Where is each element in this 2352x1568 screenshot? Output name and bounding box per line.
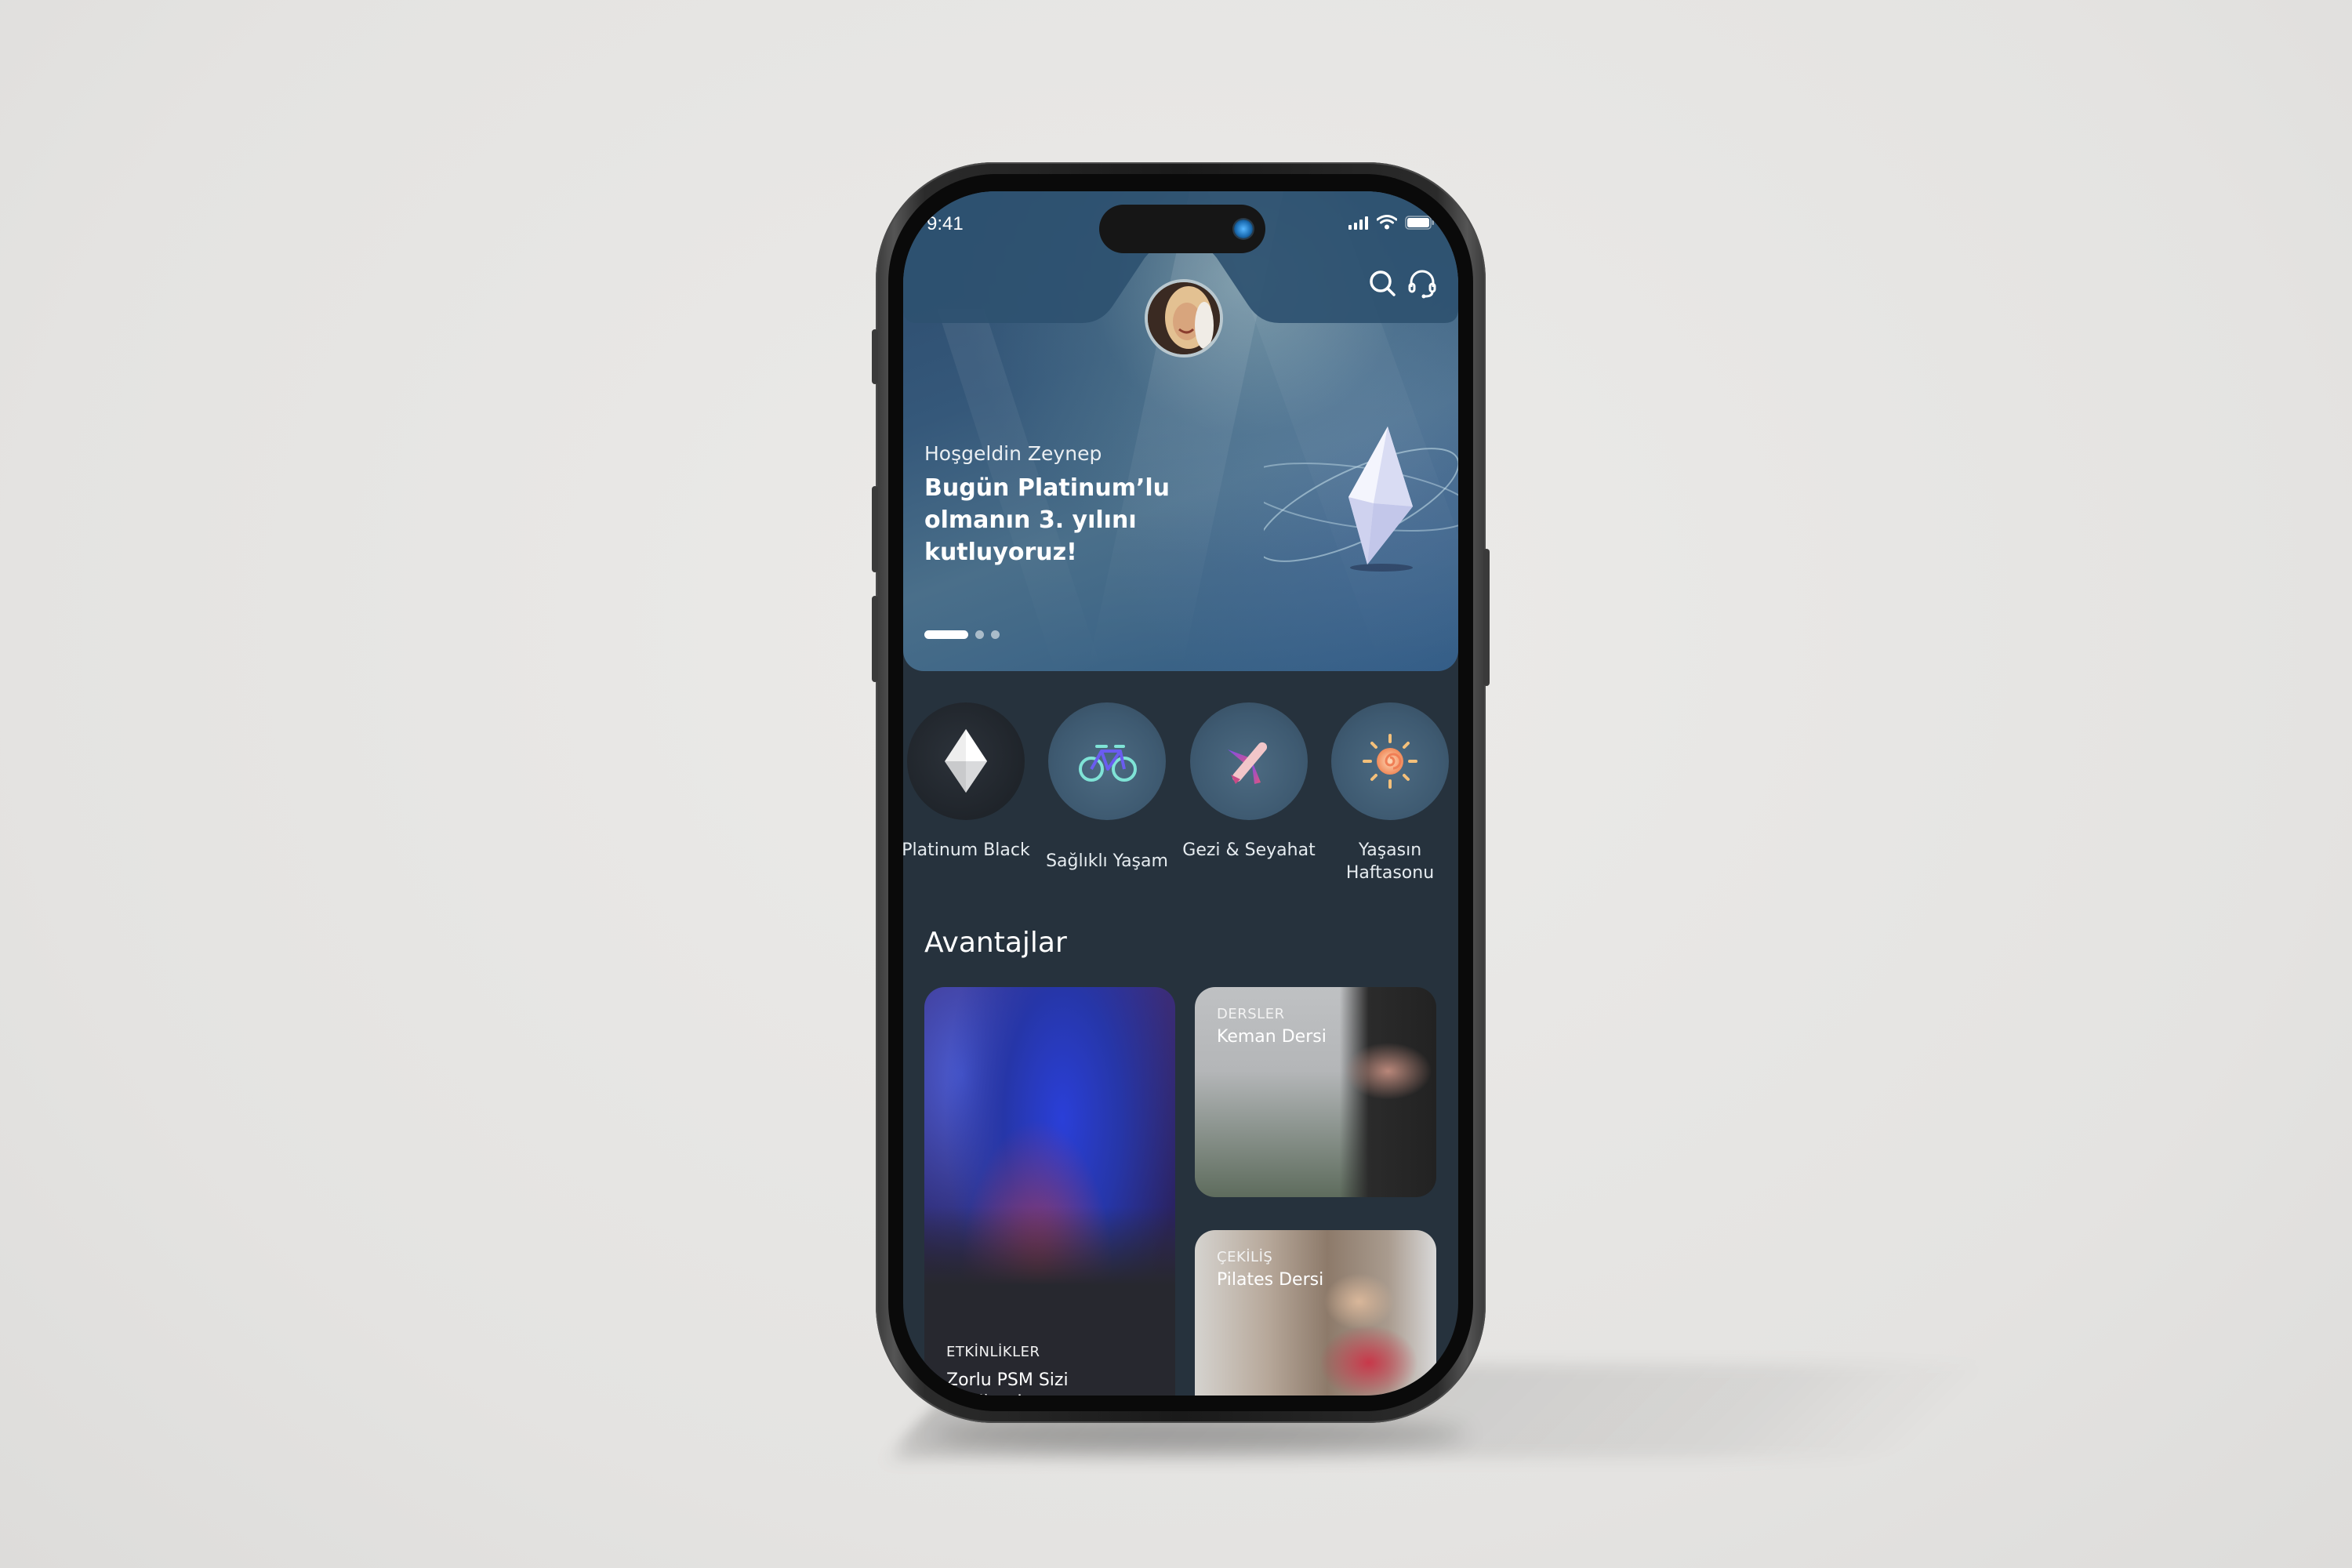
airplane-icon <box>1228 742 1268 784</box>
wifi-icon <box>1377 215 1397 230</box>
category-label: Platinum Black <box>903 840 1030 860</box>
hero-greeting: Hoşgeldin Zeynep <box>924 442 1102 465</box>
search-button[interactable] <box>1366 267 1400 301</box>
sun-icon <box>1363 734 1417 789</box>
card-title: Keman Dersi <box>1217 1027 1327 1047</box>
search-icon <box>1370 270 1396 296</box>
hero-banner[interactable]: Hoşgeldin Zeynep Bugün Platinum’lu olman… <box>903 191 1458 671</box>
carousel-indicator <box>924 630 1000 639</box>
avatar[interactable] <box>1145 279 1223 358</box>
category-label: Yaşasın Haftasonu <box>1345 840 1435 883</box>
category-platinum-black[interactable]: Platinum Black <box>903 702 1036 862</box>
card-kicker: ETKİNLİKLER <box>946 1344 1040 1360</box>
headset-icon <box>1408 270 1436 299</box>
category-gezi-seyahat[interactable]: Gezi & Seyahat <box>1178 702 1319 862</box>
phone-contact-shadow <box>933 1419 1466 1450</box>
volume-down-button <box>872 596 878 682</box>
signal-icon <box>1348 216 1368 230</box>
battery-icon <box>1405 215 1434 230</box>
platinum-gem-illustration <box>1240 411 1458 618</box>
card-title: Zorlu PSM Sizi Bekliyor! <box>946 1370 1069 1396</box>
volume-up-button <box>872 486 878 572</box>
advantage-card-keman-dersi[interactable]: DERSLER Keman Dersi <box>1195 987 1436 1197</box>
status-time: 9:41 <box>927 213 964 234</box>
hero-title: Bugün Platinum’lu olmanın 3. yılını kutl… <box>924 474 1171 566</box>
app-screen: Hoşgeldin Zeynep Bugün Platinum’lu olman… <box>903 191 1458 1396</box>
category-yasasin-haftasonu[interactable]: Yaşasın Haftasonu <box>1319 702 1458 884</box>
action-button <box>872 329 878 384</box>
category-carousel: Platinum Black Sağlıklı Yaşam Gezi & Sey… <box>903 702 1458 906</box>
dynamic-island <box>1099 205 1265 253</box>
advantage-card-pilates-dersi[interactable]: ÇEKİLİŞ Pilates Dersi <box>1195 1230 1436 1396</box>
camera-icon <box>1234 220 1253 238</box>
category-label: Sağlıklı Yaşam <box>1046 851 1168 871</box>
advantage-card-zorlu-psm[interactable]: ETKİNLİKLER Zorlu PSM Sizi Bekliyor! <box>924 987 1175 1396</box>
category-saglikli-yasam[interactable]: Sağlıklı Yaşam <box>1036 702 1178 873</box>
bicycle-icon <box>1079 745 1137 782</box>
diamond-icon <box>945 729 987 793</box>
card-kicker: DERSLER <box>1217 1006 1285 1022</box>
carousel-dot[interactable] <box>975 630 984 639</box>
power-button <box>1483 549 1490 686</box>
category-label: Gezi & Seyahat <box>1182 840 1316 860</box>
avatar-photo <box>1148 282 1220 354</box>
carousel-dot-active[interactable] <box>924 630 968 639</box>
support-button[interactable] <box>1405 267 1439 301</box>
carousel-dot[interactable] <box>991 630 1000 639</box>
card-kicker: ÇEKİLİŞ <box>1217 1249 1273 1265</box>
card-title: Pilates Dersi <box>1217 1270 1324 1290</box>
section-title-avantajlar: Avantajlar <box>924 927 1067 959</box>
status-icons <box>1348 215 1435 230</box>
